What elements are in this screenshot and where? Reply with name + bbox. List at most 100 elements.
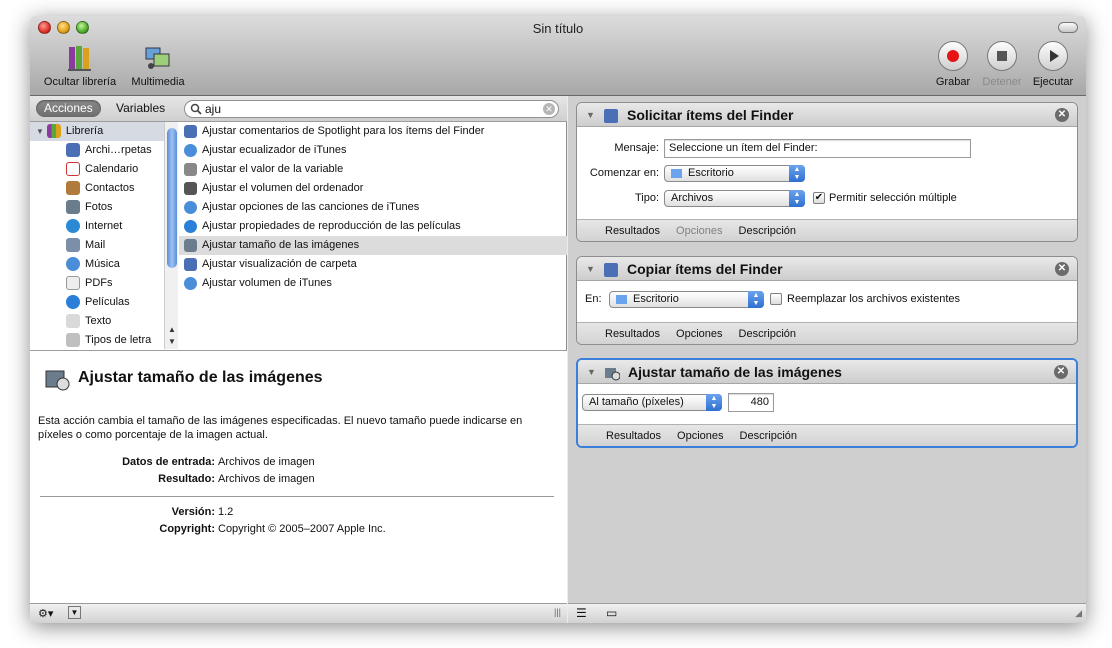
divider xyxy=(40,496,554,497)
sidebar-item-files-folders[interactable]: Archi…rpetas xyxy=(30,141,177,160)
list-item[interactable]: Ajustar tamaño de las imágenes xyxy=(179,236,567,255)
sidebar-item-mail[interactable]: Mail xyxy=(30,236,177,255)
list-view-icon[interactable]: ☰ xyxy=(576,606,587,620)
message-field[interactable]: Seleccione un ítem del Finder: xyxy=(664,139,971,158)
tab-results[interactable]: Resultados xyxy=(605,328,660,340)
toggle-description-icon[interactable]: ▼ xyxy=(68,606,81,619)
toolbar-toggle-button[interactable] xyxy=(1058,22,1078,33)
action-card-ask-finder-items[interactable]: ▼ Solicitar ítems del Finder ✕ Mensaje: … xyxy=(576,102,1078,242)
tab-actions[interactable]: Acciones xyxy=(36,100,101,117)
stop-button[interactable] xyxy=(987,41,1017,71)
itunes-icon xyxy=(184,200,197,214)
sidebar-item-text[interactable]: Texto xyxy=(30,312,177,331)
gear-icon[interactable]: ⚙▾ xyxy=(38,607,53,620)
destination-label: En: xyxy=(585,293,602,305)
left-footer: ⚙▾ ▼ ||| xyxy=(30,603,567,623)
tab-results[interactable]: Resultados xyxy=(605,225,660,237)
split-handle-icon[interactable]: ||| xyxy=(554,607,561,617)
remove-action-icon[interactable]: ✕ xyxy=(1054,365,1068,379)
tab-description[interactable]: Descripción xyxy=(740,430,797,442)
result-row: Resultado: Archivos de imagen xyxy=(30,473,314,485)
action-card-scale-images[interactable]: ▼ Ajustar tamaño de las imágenes ✕ Al ta… xyxy=(576,358,1078,448)
start-location-popup[interactable]: Escritorio ▲ ▼ xyxy=(664,165,805,182)
card-header[interactable]: ▼ Ajustar tamaño de las imágenes ✕ xyxy=(578,360,1076,384)
list-item[interactable]: Ajustar ecualizador de iTunes xyxy=(179,141,567,160)
popup-value: Escritorio xyxy=(688,167,734,179)
destination-popup[interactable]: Escritorio ▲ ▼ xyxy=(609,291,764,308)
tab-options[interactable]: Opciones xyxy=(676,328,722,340)
sidebar-item-movies[interactable]: Películas xyxy=(30,293,177,312)
sidebar-item-photos[interactable]: Fotos xyxy=(30,198,177,217)
folder-icon xyxy=(616,294,627,304)
scroll-down-arrow-icon[interactable]: ▼ xyxy=(165,336,179,348)
sidebar-item-fonts[interactable]: Tipos de letra xyxy=(30,331,177,349)
disclosure-triangle-icon[interactable]: ▼ xyxy=(36,127,44,136)
card-header[interactable]: ▼ Copiar ítems del Finder ✕ xyxy=(577,257,1077,281)
library-books-icon xyxy=(38,44,122,72)
disclosure-triangle-icon[interactable]: ▼ xyxy=(587,360,596,384)
tab-options[interactable]: Opciones xyxy=(677,430,723,442)
action-description: Ajustar tamaño de las imágenes Esta acci… xyxy=(30,350,567,603)
sidebar-item-internet[interactable]: Internet xyxy=(30,217,177,236)
tab-options[interactable]: Opciones xyxy=(676,225,722,237)
library-icon xyxy=(46,124,61,139)
sidebar-item-calendar[interactable]: Calendario xyxy=(30,160,177,179)
tab-description[interactable]: Descripción xyxy=(739,225,796,237)
media-label: Multimedia xyxy=(131,76,185,88)
replace-files-checkbox[interactable] xyxy=(770,293,782,305)
action-card-copy-finder-items[interactable]: ▼ Copiar ítems del Finder ✕ En: Escritor… xyxy=(576,256,1078,345)
disclosure-triangle-icon[interactable]: ▼ xyxy=(586,257,595,281)
log-view-icon[interactable]: ▭ xyxy=(606,606,617,620)
tab-variables[interactable]: Variables xyxy=(108,100,173,117)
list-item[interactable]: Ajustar opciones de las canciones de iTu… xyxy=(179,198,567,217)
disclosure-triangle-icon[interactable]: ▼ xyxy=(586,103,595,127)
list-item[interactable]: Ajustar comentarios de Spotlight para lo… xyxy=(179,122,567,141)
sidebar-item-music[interactable]: Música xyxy=(30,255,177,274)
list-item[interactable]: Ajustar volumen de iTunes xyxy=(179,274,567,293)
workflow-pane: ▼ Solicitar ítems del Finder ✕ Mensaje: … xyxy=(568,96,1086,603)
popup-arrows-icon: ▲ ▼ xyxy=(748,291,764,308)
card-header[interactable]: ▼ Solicitar ítems del Finder ✕ xyxy=(577,103,1077,127)
toolbar: Sin título Ocultar librería Multimedia G… xyxy=(30,16,1086,96)
library-list: ▼ Librería Archi…rpetas Calendario Contac… xyxy=(30,122,178,349)
record-button[interactable] xyxy=(938,41,968,71)
hide-library-button[interactable]: Ocultar librería xyxy=(38,44,122,88)
tab-results[interactable]: Resultados xyxy=(606,430,661,442)
tab-description[interactable]: Descripción xyxy=(739,328,796,340)
list-item[interactable]: Ajustar el volumen del ordenador xyxy=(179,179,567,198)
action-label: Ajustar tamaño de las imágenes xyxy=(202,239,360,251)
search-input[interactable]: aju ✕ xyxy=(184,100,559,118)
sidebar-item-pdfs[interactable]: PDFs xyxy=(30,274,177,293)
library-scrollbar[interactable]: ▲ ▼ xyxy=(164,122,178,349)
list-item[interactable]: Ajustar visualización de carpeta xyxy=(179,255,567,274)
scale-mode-popup[interactable]: Al tamaño (píxeles) ▲ ▼ xyxy=(582,394,722,411)
resize-grip-icon[interactable]: ◢ xyxy=(1075,608,1082,619)
library-header[interactable]: ▼ Librería xyxy=(30,122,177,141)
clear-search-icon[interactable]: ✕ xyxy=(543,103,555,115)
run-button[interactable] xyxy=(1038,41,1068,71)
multiple-selection-label: Permitir selección múltiple xyxy=(829,192,957,204)
input-value: Archivos de imagen xyxy=(218,456,315,468)
popup-arrows-icon: ▲ ▼ xyxy=(706,394,722,411)
media-button[interactable]: Multimedia xyxy=(126,44,190,88)
scrollbar-thumb[interactable] xyxy=(167,128,177,268)
action-label: Ajustar ecualizador de iTunes xyxy=(202,144,347,156)
version-label: Versión: xyxy=(171,506,215,518)
type-popup[interactable]: Archivos ▲ ▼ xyxy=(664,190,805,207)
action-label: Ajustar opciones de las canciones de iTu… xyxy=(202,201,420,213)
list-item[interactable]: Ajustar el valor de la variable xyxy=(179,160,567,179)
input-label: Datos de entrada: xyxy=(122,456,215,468)
record-label: Grabar xyxy=(935,76,971,88)
scroll-up-arrow-icon[interactable]: ▲ xyxy=(165,324,179,336)
size-field[interactable]: 480 xyxy=(728,393,774,412)
actions-list: Ajustar comentarios de Spotlight para lo… xyxy=(179,122,567,349)
system-icon xyxy=(184,181,197,195)
text-icon xyxy=(66,314,80,329)
remove-action-icon[interactable]: ✕ xyxy=(1055,108,1069,122)
remove-action-icon[interactable]: ✕ xyxy=(1055,262,1069,276)
connector xyxy=(811,242,835,254)
sidebar-item-contacts[interactable]: Contactos xyxy=(30,179,177,198)
hide-library-label: Ocultar librería xyxy=(43,76,117,88)
list-item[interactable]: Ajustar propiedades de reproducción de l… xyxy=(179,217,567,236)
multiple-selection-checkbox[interactable]: ✔ xyxy=(813,192,825,204)
